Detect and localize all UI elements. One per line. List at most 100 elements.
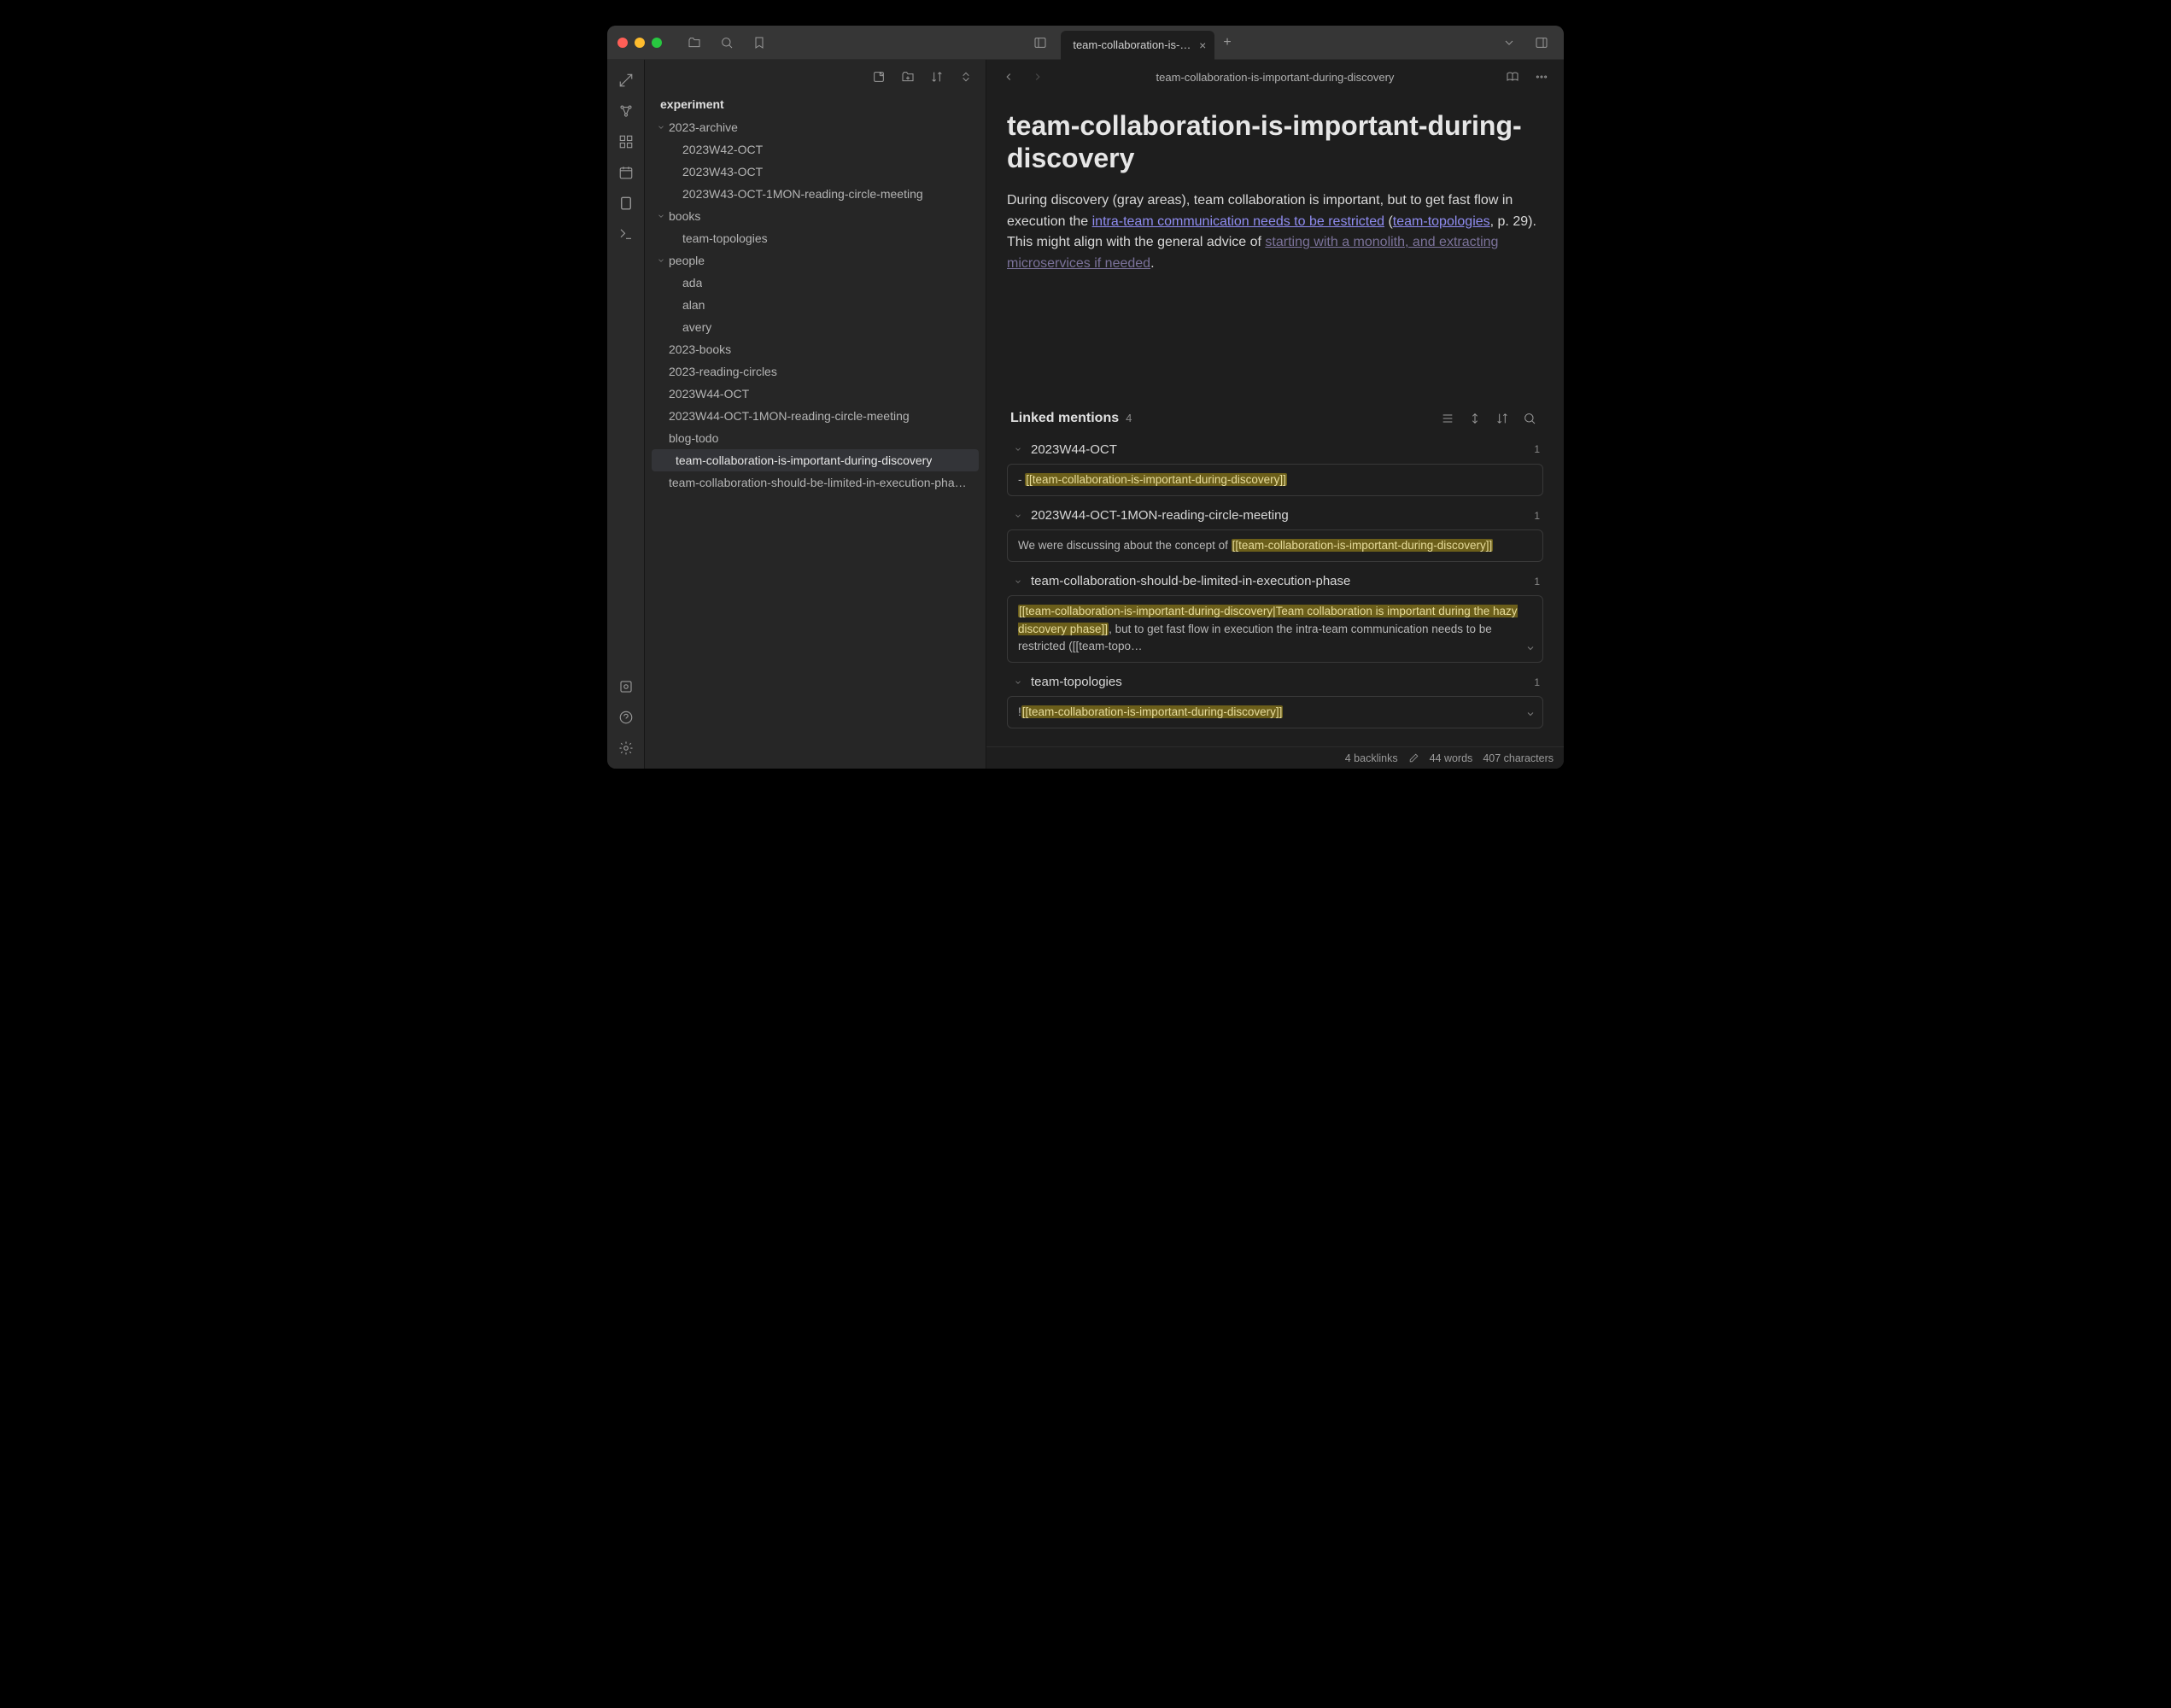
traffic-lights (617, 38, 662, 48)
sort-icon[interactable] (926, 66, 948, 88)
file-item[interactable]: 2023-reading-circles (645, 360, 986, 383)
linked-mentions-header[interactable]: Linked mentions 4 (1007, 403, 1543, 434)
mention-group: 2023W44-OCT-1MON-reading-circle-meeting 1… (1007, 503, 1543, 562)
tab-list-dropdown-icon[interactable] (1497, 31, 1521, 55)
file-item[interactable]: avery (645, 316, 986, 338)
folder-item[interactable]: books (645, 205, 986, 227)
chevron-down-icon[interactable] (1525, 641, 1536, 658)
mention-group-header[interactable]: 2023W44-OCT1 (1007, 437, 1543, 462)
file-item[interactable]: 2023W44-OCT (645, 383, 986, 405)
tab-close-icon[interactable]: × (1199, 38, 1206, 52)
chevron-down-icon[interactable] (653, 212, 669, 220)
daily-note-icon[interactable] (612, 159, 640, 186)
file-item[interactable]: team-collaboration-is-important-during-d… (652, 449, 979, 471)
mention-count: 1 (1534, 510, 1540, 522)
mention-source-label: 2023W44-OCT-1MON-reading-circle-meeting (1031, 508, 1289, 523)
file-item[interactable]: 2023W43-OCT-1MON-reading-circle-meeting (645, 183, 986, 205)
file-item[interactable]: blog-todo (645, 427, 986, 449)
more-options-icon[interactable] (1531, 67, 1552, 87)
new-note-icon[interactable] (868, 66, 890, 88)
new-tab-button[interactable]: + (1214, 35, 1239, 50)
search-mentions-icon[interactable] (1519, 408, 1540, 429)
left-ribbon (607, 60, 645, 769)
help-icon[interactable] (612, 704, 640, 731)
file-item[interactable]: 2023W43-OCT (645, 161, 986, 183)
nav-back-button[interactable] (998, 67, 1019, 87)
graph-view-icon[interactable] (612, 97, 640, 125)
app-body: experiment 2023-archive2023W42-OCT2023W4… (607, 60, 1564, 769)
unlinked-mentions-header[interactable]: Unlinked mentions (1007, 735, 1543, 746)
file-item[interactable]: 2023-books (645, 338, 986, 360)
status-chars: 407 characters (1483, 752, 1554, 764)
mention-highlight: [[team-collaboration-is-important-during… (1232, 539, 1494, 552)
link-intra-team[interactable]: intra-team communication needs to be res… (1092, 214, 1384, 229)
chevron-down-icon[interactable] (653, 123, 669, 132)
tree-item-label: 2023W42-OCT (682, 143, 763, 156)
tree-item-label: books (669, 209, 700, 223)
folder-item[interactable]: people (645, 249, 986, 272)
sidebar-header (645, 60, 986, 94)
file-item[interactable]: alan (645, 294, 986, 316)
vault-icon[interactable] (612, 673, 640, 700)
mention-snippet[interactable]: [[team-collaboration-is-important-during… (1007, 595, 1543, 663)
minimize-window-button[interactable] (635, 38, 645, 48)
maximize-window-button[interactable] (652, 38, 662, 48)
file-item[interactable]: team-topologies (645, 227, 986, 249)
show-context-icon[interactable] (1437, 408, 1458, 429)
mention-snippet[interactable]: - [[team-collaboration-is-important-duri… (1007, 464, 1543, 496)
chevron-down-icon[interactable] (1010, 512, 1026, 520)
note-path[interactable]: team-collaboration-is-important-during-d… (1056, 71, 1494, 84)
mention-snippet[interactable]: We were discussing about the concept of … (1007, 529, 1543, 562)
bookmark-icon[interactable] (747, 31, 771, 55)
mention-highlight: [[team-collaboration-is-important-during… (1021, 705, 1284, 718)
chevron-down-icon[interactable] (653, 256, 669, 265)
quick-switcher-icon[interactable] (612, 67, 640, 94)
tree-item-label: 2023W44-OCT-1MON-reading-circle-meeting (669, 409, 910, 423)
file-item[interactable]: 2023W42-OCT (645, 138, 986, 161)
reading-view-icon[interactable] (1502, 67, 1523, 87)
note-content[interactable]: During discovery (gray areas), team coll… (1007, 190, 1543, 275)
linked-actions (1437, 408, 1540, 429)
change-sort-icon[interactable] (1492, 408, 1513, 429)
tab-active[interactable]: team-collaboration-is-im… × (1061, 31, 1214, 60)
search-icon[interactable] (715, 31, 739, 55)
mention-group-header[interactable]: team-collaboration-should-be-limited-in-… (1007, 569, 1543, 594)
note-title[interactable]: team-collaboration-is-important-during-d… (1007, 109, 1543, 175)
collapse-all-icon[interactable] (955, 66, 977, 88)
left-sidebar-toggle-icon[interactable] (1028, 31, 1052, 55)
sort-order-icon[interactable] (1465, 408, 1485, 429)
mention-group-header[interactable]: 2023W44-OCT-1MON-reading-circle-meeting 1 (1007, 503, 1543, 528)
chevron-down-icon[interactable] (1010, 678, 1026, 687)
note-body[interactable]: team-collaboration-is-important-during-d… (986, 94, 1564, 746)
canvas-icon[interactable] (612, 128, 640, 155)
note-text: . (1150, 256, 1154, 271)
vault-switcher-icon[interactable] (682, 31, 706, 55)
mention-snippet[interactable]: ![[team-collaboration-is-important-durin… (1007, 696, 1543, 728)
mention-count: 1 (1534, 576, 1540, 588)
folder-item[interactable]: 2023-archive (645, 116, 986, 138)
mention-group: team-collaboration-should-be-limited-in-… (1007, 569, 1543, 663)
mention-text: - (1018, 473, 1025, 486)
new-folder-icon[interactable] (897, 66, 919, 88)
linked-mentions-title: Linked mentions (1010, 411, 1119, 426)
status-backlinks[interactable]: 4 backlinks (1345, 752, 1398, 764)
chevron-down-icon[interactable] (1010, 577, 1026, 586)
settings-icon[interactable] (612, 734, 640, 762)
tab-label: team-collaboration-is-im… (1073, 38, 1192, 51)
templates-icon[interactable] (612, 190, 640, 217)
chevron-down-icon[interactable] (1525, 707, 1536, 724)
file-item[interactable]: 2023W44-OCT-1MON-reading-circle-meeting (645, 405, 986, 427)
tree-item-label: 2023-books (669, 342, 731, 356)
right-sidebar-toggle-icon[interactable] (1530, 31, 1554, 55)
mention-group: team-topologies1![[team-collaboration-is… (1007, 670, 1543, 728)
nav-forward-button[interactable] (1027, 67, 1048, 87)
mention-count: 1 (1534, 443, 1540, 455)
link-team-topologies[interactable]: team-topologies (1393, 214, 1490, 229)
chevron-down-icon[interactable] (1010, 445, 1026, 453)
file-item[interactable]: team-collaboration-should-be-limited-in-… (645, 471, 986, 494)
command-palette-icon[interactable] (612, 220, 640, 248)
close-window-button[interactable] (617, 38, 628, 48)
mention-group-header[interactable]: team-topologies1 (1007, 670, 1543, 694)
mention-group: 2023W44-OCT1- [[team-collaboration-is-im… (1007, 437, 1543, 496)
file-item[interactable]: ada (645, 272, 986, 294)
